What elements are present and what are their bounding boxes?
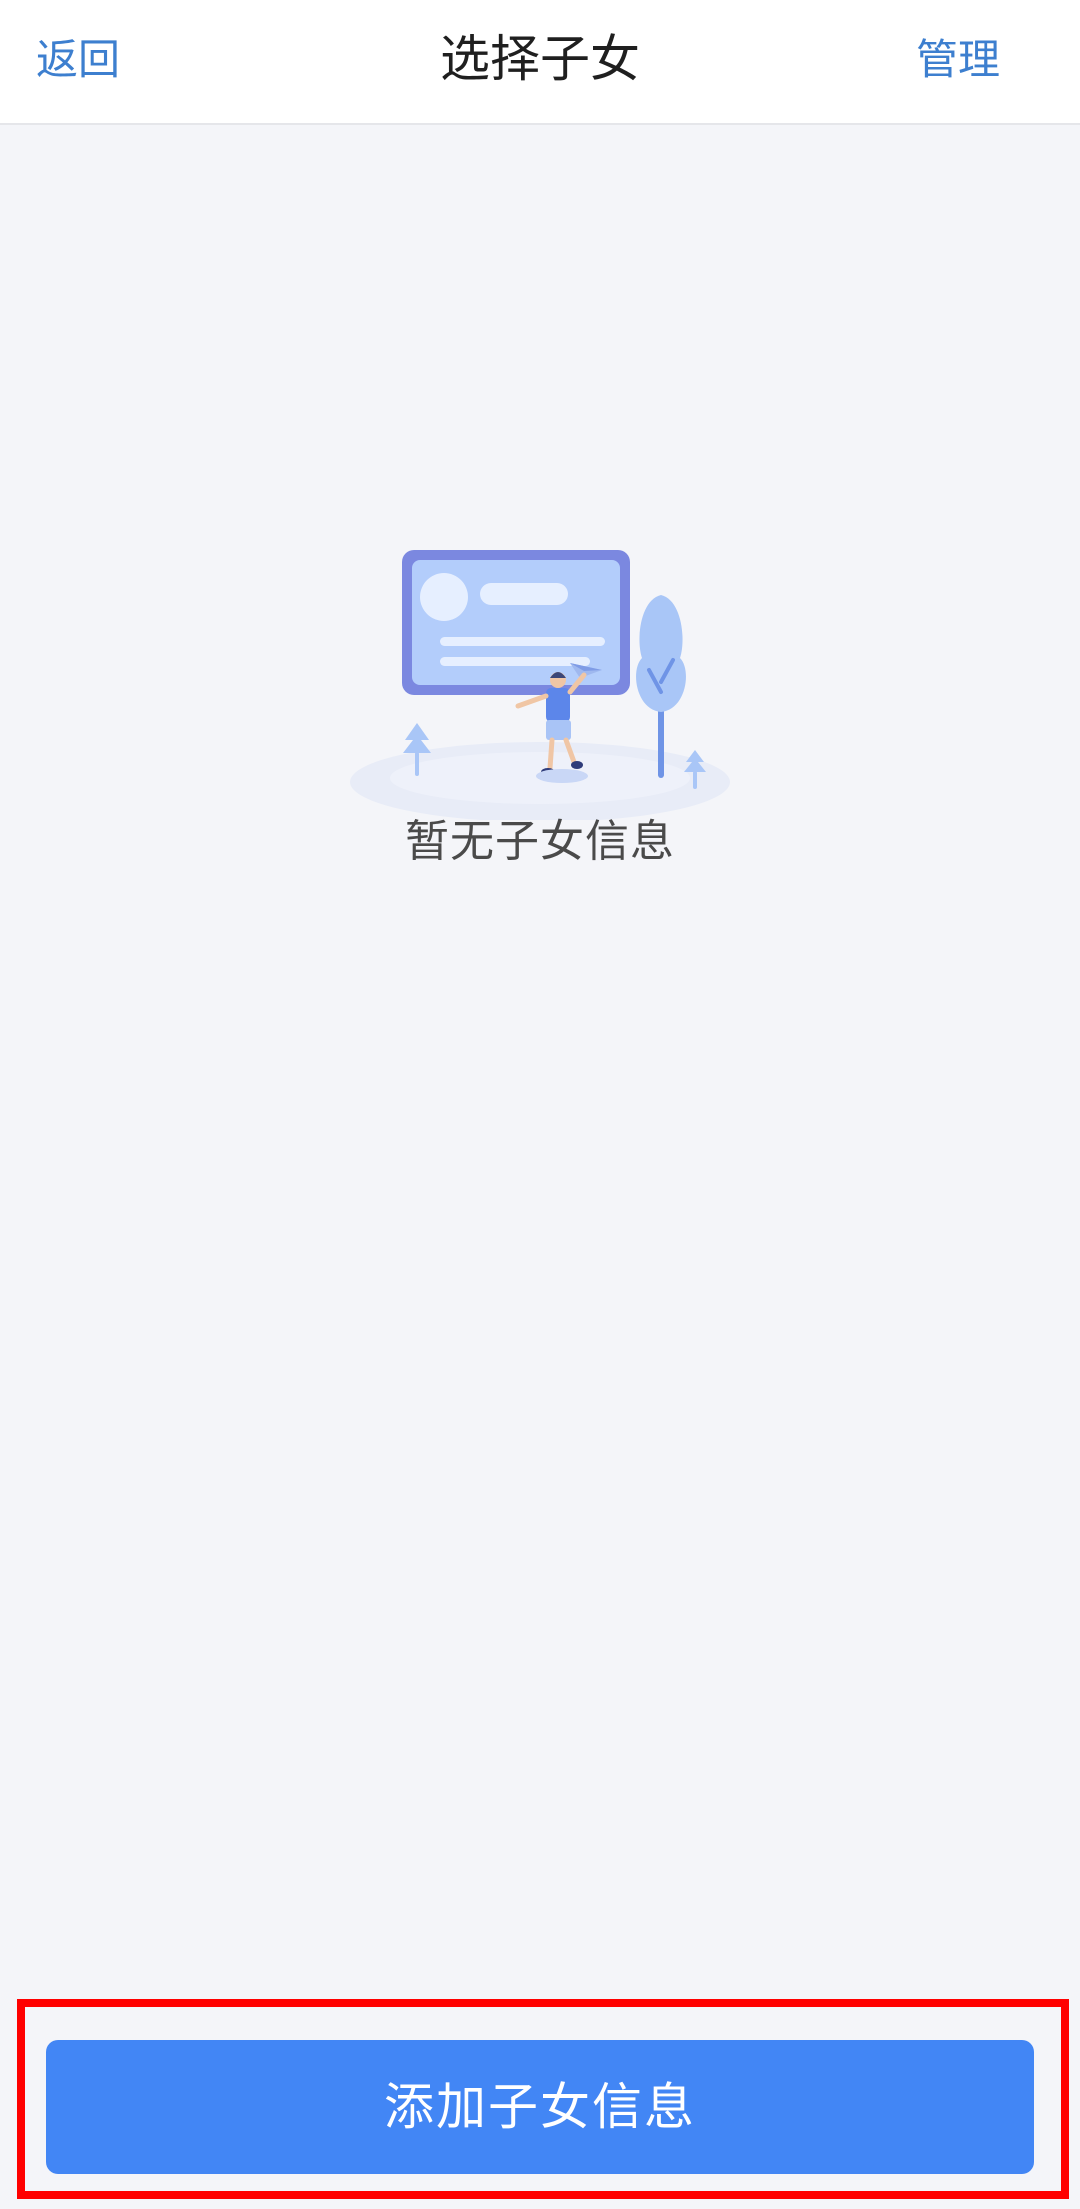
profile-line-2 (440, 657, 590, 666)
nav-bar: 返回 选择子女 管理 (0, 0, 1080, 125)
empty-state-message: 暂无子女信息 (405, 816, 675, 867)
small-tree-left (403, 723, 431, 753)
add-child-info-button[interactable]: 添加子女信息 (46, 2040, 1034, 2174)
profile-line-1 (440, 637, 605, 646)
empty-state-illustration-icon (350, 550, 730, 820)
child-shorts (546, 720, 571, 740)
profile-avatar-shape (420, 573, 468, 621)
manage-button[interactable]: 管理 (916, 28, 1000, 92)
profile-name-bar (480, 583, 568, 605)
small-tree-right (684, 750, 706, 772)
child-body (546, 688, 570, 722)
child-shoe-right (571, 761, 583, 769)
small-tree-right-trunk (693, 771, 697, 789)
child-leg-left (547, 737, 555, 771)
tree-crown (636, 595, 686, 712)
child-shadow (536, 769, 588, 783)
small-tree-left-trunk (415, 752, 419, 776)
back-button[interactable]: 返回 (36, 28, 120, 92)
child-arm-left (515, 693, 549, 709)
